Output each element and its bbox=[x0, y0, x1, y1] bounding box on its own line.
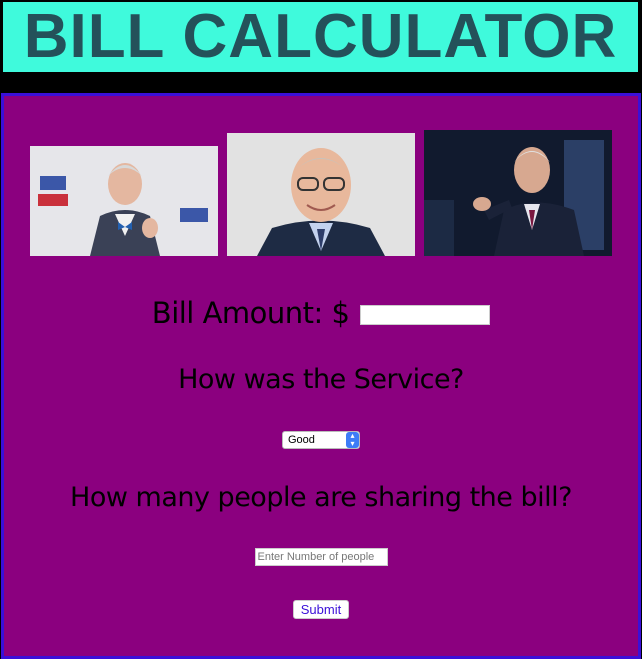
photo-3 bbox=[424, 130, 612, 256]
people-question: How many people are sharing the bill? bbox=[70, 482, 572, 513]
submit-row: Submit bbox=[4, 600, 638, 619]
service-selected-value: Good bbox=[288, 434, 315, 446]
photo-1 bbox=[30, 146, 218, 256]
submit-button[interactable]: Submit bbox=[292, 600, 350, 619]
people-count-input[interactable] bbox=[254, 548, 388, 566]
page-title: BILL CALCULATOR bbox=[23, 2, 618, 71]
bill-amount-label: Bill Amount: $ bbox=[151, 296, 350, 330]
bill-amount-row: Bill Amount: $ bbox=[4, 294, 638, 330]
people-input-row bbox=[4, 547, 638, 566]
service-select-row: Good ▴ ▾ bbox=[4, 430, 638, 449]
photo-2 bbox=[227, 133, 415, 256]
header-banner: BILL CALCULATOR bbox=[3, 2, 638, 72]
service-select[interactable]: Good ▴ ▾ bbox=[282, 431, 360, 449]
chevron-updown-icon: ▴ ▾ bbox=[346, 432, 359, 448]
service-question: How was the Service? bbox=[178, 364, 464, 395]
bill-amount-input[interactable] bbox=[360, 305, 491, 325]
calculator-panel: Bill Amount: $ How was the Service? Good… bbox=[1, 93, 641, 659]
